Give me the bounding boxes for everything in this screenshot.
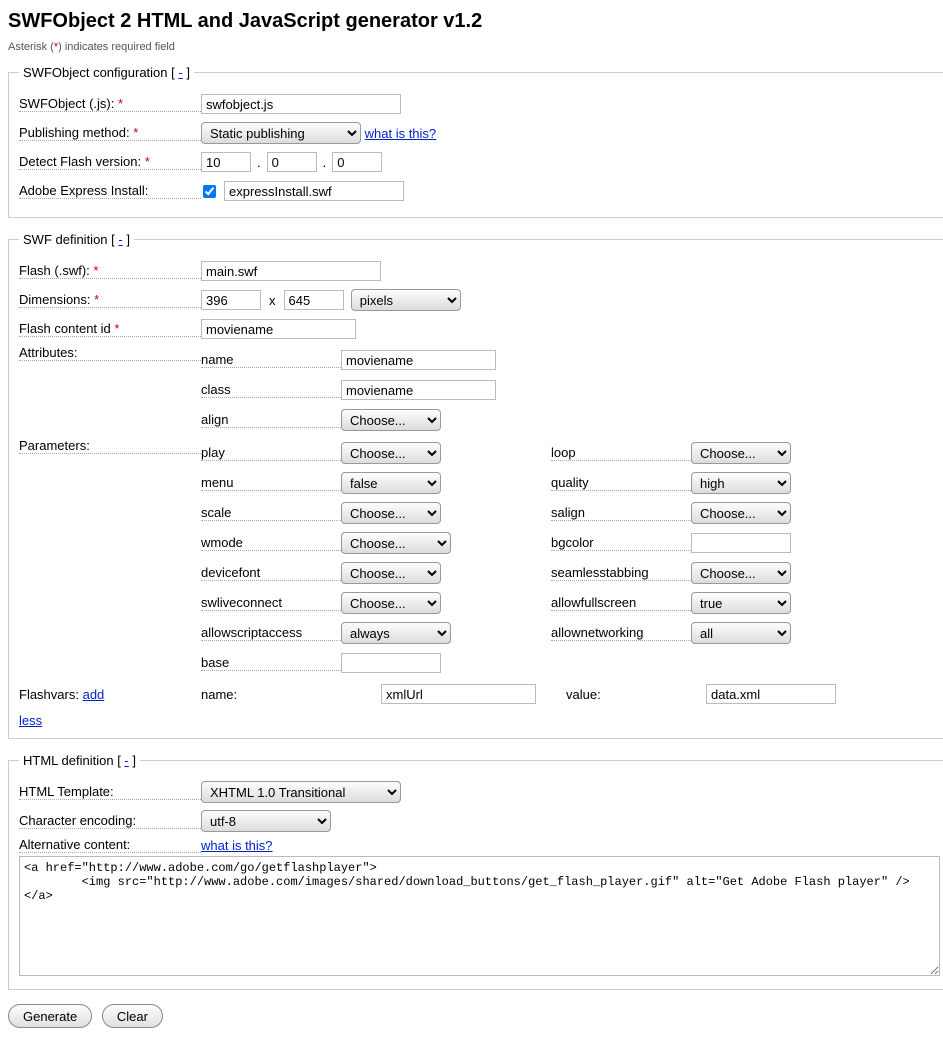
express-install-label: Adobe Express Install:	[19, 183, 201, 199]
express-install-checkbox[interactable]	[203, 185, 216, 198]
flash-rev-input[interactable]	[332, 152, 382, 172]
encoding-select[interactable]: utf-8	[201, 810, 331, 832]
html-template-select[interactable]: XHTML 1.0 Transitional	[201, 781, 401, 803]
swfobject-js-label: SWFObject (.js): *	[19, 96, 201, 112]
param-label: bgcolor	[551, 535, 691, 551]
legend-text: SWFObject configuration	[23, 65, 168, 80]
param-label: allowscriptaccess	[201, 625, 341, 641]
page-title: SWFObject 2 HTML and JavaScript generato…	[8, 10, 943, 33]
detect-flash-label: Detect Flash version: *	[19, 154, 201, 170]
param-label: quality	[551, 475, 691, 491]
alt-content-label: Alternative content:	[19, 837, 201, 853]
generate-button[interactable]: Generate	[8, 1004, 92, 1028]
flashvars-add-link[interactable]: add	[83, 687, 105, 702]
param-label: allownetworking	[551, 625, 691, 641]
param-label: devicefont	[201, 565, 341, 581]
attr-name-label: name	[201, 352, 341, 368]
param-label: swliveconnect	[201, 595, 341, 611]
required-note: Asterisk (*) indicates required field	[8, 41, 943, 53]
publishing-method-label: Publishing method: *	[19, 125, 201, 141]
clear-button[interactable]: Clear	[102, 1004, 163, 1028]
alt-content-textarea[interactable]	[19, 856, 940, 976]
flashvar-name-label: name:	[201, 687, 341, 702]
param-play-select[interactable]: Choose...	[341, 442, 441, 464]
parameters-block: playChoose...loopChoose...menufalsequali…	[201, 438, 901, 678]
param-label: base	[201, 655, 341, 671]
param-swliveconnect-select[interactable]: Choose...	[341, 592, 441, 614]
flash-minor-input[interactable]	[267, 152, 317, 172]
dimensions-label: Dimensions: *	[19, 292, 201, 308]
attributes-label: Attributes:	[19, 345, 201, 361]
flashvar-value-input[interactable]	[706, 684, 836, 704]
height-input[interactable]	[284, 290, 344, 310]
html-definition-fieldset: HTML definition [ - ] HTML Template: XHT…	[8, 753, 943, 990]
param-scale-select[interactable]: Choose...	[341, 502, 441, 524]
note-text: Asterisk (	[8, 41, 54, 53]
param-label: scale	[201, 505, 341, 521]
param-allowscriptaccess-select[interactable]: always	[341, 622, 451, 644]
param-label: allowfullscreen	[551, 595, 691, 611]
width-input[interactable]	[201, 290, 261, 310]
legend-bracket: ]	[183, 65, 190, 80]
legend-bracket: ]	[123, 232, 130, 247]
flashvar-name-input[interactable]	[381, 684, 536, 704]
dot: .	[323, 155, 327, 170]
flash-major-input[interactable]	[201, 152, 251, 172]
encoding-label: Character encoding:	[19, 813, 201, 829]
param-seamlesstabbing-select[interactable]: Choose...	[691, 562, 791, 584]
swf-definition-fieldset: SWF definition [ - ] Flash (.swf): * Dim…	[8, 232, 943, 739]
legend-text: HTML definition	[23, 753, 114, 768]
express-install-input[interactable]	[224, 181, 404, 201]
swf-definition-legend: SWF definition [ - ]	[19, 232, 134, 247]
publishing-method-select[interactable]: Static publishing	[201, 122, 361, 144]
parameters-label: Parameters:	[19, 438, 201, 454]
flash-swf-label: Flash (.swf): *	[19, 263, 201, 279]
param-label: play	[201, 445, 341, 461]
param-label: seamlesstabbing	[551, 565, 691, 581]
html-template-label: HTML Template:	[19, 784, 201, 800]
note-text-2: ) indicates required field	[58, 41, 175, 53]
flash-swf-input[interactable]	[201, 261, 381, 281]
dot: .	[257, 155, 261, 170]
swfobject-config-fieldset: SWFObject configuration [ - ] SWFObject …	[8, 65, 943, 218]
param-bgcolor-input[interactable]	[691, 533, 791, 553]
content-id-label: Flash content id *	[19, 321, 201, 337]
param-label: menu	[201, 475, 341, 491]
flashvars-label: Flashvars: add	[19, 687, 201, 702]
param-salign-select[interactable]: Choose...	[691, 502, 791, 524]
html-definition-legend: HTML definition [ - ]	[19, 753, 140, 768]
attr-name-input[interactable]	[341, 350, 496, 370]
param-label: salign	[551, 505, 691, 521]
what-is-this-link[interactable]: what is this?	[365, 126, 437, 141]
legend-bracket: ]	[129, 753, 136, 768]
param-label: loop	[551, 445, 691, 461]
attr-class-label: class	[201, 382, 341, 398]
flashvar-value-label: value:	[566, 687, 706, 702]
param-allowfullscreen-select[interactable]: true	[691, 592, 791, 614]
param-label: wmode	[201, 535, 341, 551]
attributes-block: name class align Choose...	[201, 345, 496, 435]
attr-class-input[interactable]	[341, 380, 496, 400]
legend-text: SWF definition	[23, 232, 108, 247]
content-id-input[interactable]	[201, 319, 356, 339]
param-quality-select[interactable]: high	[691, 472, 791, 494]
x-separator: x	[269, 293, 276, 308]
param-loop-select[interactable]: Choose...	[691, 442, 791, 464]
param-allownetworking-select[interactable]: all	[691, 622, 791, 644]
swfobject-js-input[interactable]	[201, 94, 401, 114]
param-devicefont-select[interactable]: Choose...	[341, 562, 441, 584]
dimension-unit-select[interactable]: pixels	[351, 289, 461, 311]
attr-align-select[interactable]: Choose...	[341, 409, 441, 431]
param-base-input[interactable]	[341, 653, 441, 673]
param-menu-select[interactable]: false	[341, 472, 441, 494]
param-wmode-select[interactable]: Choose...	[341, 532, 451, 554]
less-link[interactable]: less	[19, 713, 42, 728]
attr-align-label: align	[201, 412, 341, 428]
what-is-this-link[interactable]: what is this?	[201, 838, 273, 853]
swfobject-config-legend: SWFObject configuration [ - ]	[19, 65, 194, 80]
